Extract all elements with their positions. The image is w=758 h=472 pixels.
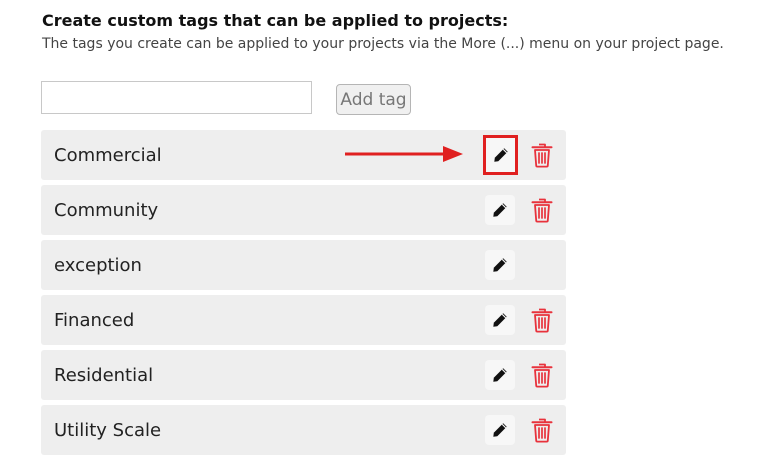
trash-icon [531,307,553,333]
add-tag-button[interactable]: Add tag [336,84,411,115]
tag-name: Residential [54,365,154,386]
trash-icon [531,142,553,168]
tag-row: Utility Scale [41,405,566,455]
tag-row: Community [41,185,566,235]
delete-tag-button[interactable] [529,141,555,169]
pencil-icon [492,422,508,438]
edit-tag-button[interactable] [485,415,515,445]
delete-tag-button[interactable] [529,361,555,389]
tag-row: Financed [41,295,566,345]
tag-name: Financed [54,310,135,331]
pencil-icon [492,367,508,383]
tag-row: Residential [41,350,566,400]
page-description: The tags you create can be applied to yo… [42,36,724,52]
pencil-icon [492,202,508,218]
edit-tag-button[interactable] [485,250,515,280]
new-tag-input[interactable] [41,81,312,114]
trash-icon [531,362,553,388]
pencil-icon [493,147,509,163]
edit-tag-button[interactable] [483,135,518,175]
tag-row: exception [41,240,566,290]
page-title: Create custom tags that can be applied t… [42,11,509,30]
edit-tag-button[interactable] [485,195,515,225]
edit-tag-button[interactable] [485,305,515,335]
pencil-icon [492,257,508,273]
delete-tag-button[interactable] [529,416,555,444]
delete-tag-button[interactable] [529,306,555,334]
edit-tag-button[interactable] [485,360,515,390]
trash-icon [531,417,553,443]
tag-list: Commercial Community exception Financed Resi… [41,130,566,460]
tag-row: Commercial [41,130,566,180]
tag-name: Community [54,200,159,221]
delete-tag-button[interactable] [529,196,555,224]
pencil-icon [492,312,508,328]
arrow-right-icon [345,146,463,162]
tag-name: Commercial [54,145,162,166]
trash-icon [531,197,553,223]
tag-name: Utility Scale [54,420,162,441]
tag-name: exception [54,255,142,276]
